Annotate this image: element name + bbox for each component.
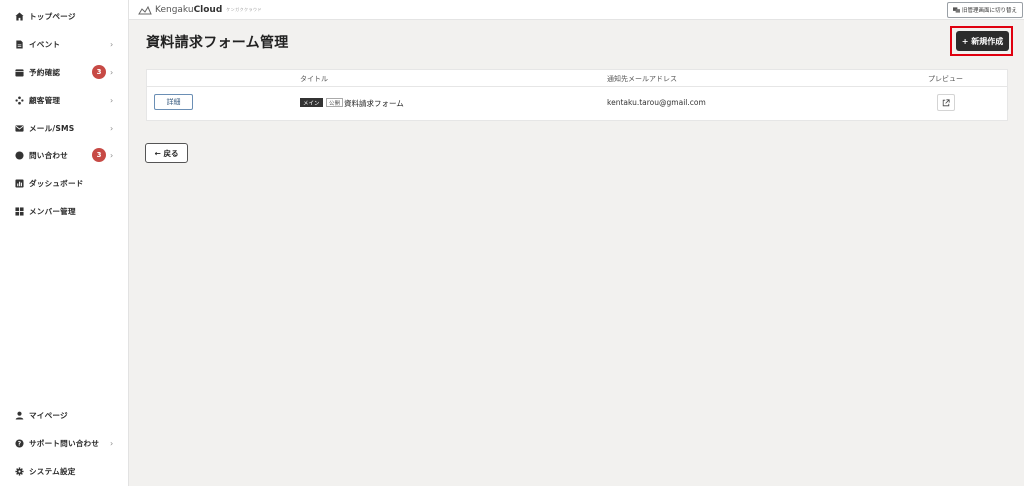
header-divider bbox=[147, 86, 1007, 87]
logo-text-light: Kengaku bbox=[155, 5, 194, 15]
logo-subtext: ケンガククラウド bbox=[226, 7, 263, 12]
sidebar-item-my-page[interactable]: マイページ bbox=[0, 404, 128, 426]
chat-icon bbox=[15, 150, 24, 160]
gear-icon bbox=[15, 466, 24, 476]
sidebar-item-reservation[interactable]: 予約確認 3 › bbox=[0, 61, 128, 83]
home-icon bbox=[15, 11, 24, 21]
column-header-preview: プレビュー bbox=[928, 75, 963, 83]
sidebar-item-label: 顧客管理 bbox=[29, 95, 61, 105]
chevron-right-icon: › bbox=[110, 123, 114, 133]
notification-badge: 3 bbox=[92, 65, 106, 79]
sidebar-item-customers[interactable]: 顧客管理 › bbox=[0, 89, 128, 111]
sidebar-item-label: システム設定 bbox=[29, 466, 76, 476]
sidebar-item-label: 予約確認 bbox=[29, 67, 61, 77]
person-icon bbox=[15, 411, 24, 420]
kengaku-cloud-logo[interactable]: Kengaku Cloud ケンガククラウド bbox=[138, 4, 262, 16]
sidebar-item-support[interactable]: ? サポート問い合わせ › bbox=[0, 432, 128, 454]
chevron-right-icon: › bbox=[110, 95, 114, 105]
switch-icon bbox=[952, 7, 960, 13]
logo-text-bold: Cloud bbox=[193, 5, 223, 15]
external-link-icon bbox=[942, 98, 950, 106]
help-icon: ? bbox=[15, 438, 24, 448]
top-bar: Kengaku Cloud ケンガククラウド 旧管理画面に切り替え bbox=[129, 0, 1024, 20]
sidebar-item-system-settings[interactable]: システム設定 bbox=[0, 460, 128, 482]
switch-old-admin-button[interactable]: 旧管理画面に切り替え bbox=[947, 2, 1023, 18]
cloud-icon bbox=[138, 5, 152, 15]
public-tag: 公開 bbox=[326, 98, 344, 107]
sidebar-item-label: サポート問い合わせ bbox=[29, 438, 100, 448]
sidebar-item-event[interactable]: イベント › bbox=[0, 33, 128, 55]
switch-old-admin-label: 旧管理画面に切り替え bbox=[961, 8, 1017, 14]
sidebar-item-label: イベント bbox=[29, 39, 61, 49]
chevron-right-icon: › bbox=[110, 39, 114, 49]
page-title: 資料請求フォーム管理 bbox=[146, 35, 289, 51]
users-icon bbox=[15, 95, 24, 105]
column-header-title: タイトル bbox=[300, 75, 328, 83]
sidebar-item-label: 問い合わせ bbox=[29, 150, 68, 160]
forms-table: タイトル 通知先メールアドレス プレビュー 詳細 メイン 公開 資料請求フォーム… bbox=[146, 69, 1008, 121]
detail-button[interactable]: 詳細 bbox=[154, 94, 193, 110]
mail-icon bbox=[15, 124, 24, 133]
document-icon bbox=[15, 39, 24, 49]
notification-email: kentaku.tarou@gmail.com bbox=[607, 98, 706, 107]
sidebar-item-label: トップページ bbox=[29, 11, 76, 21]
sidebar-item-members[interactable]: メンバー管理 bbox=[0, 200, 128, 222]
preview-button[interactable] bbox=[937, 94, 955, 111]
new-create-button[interactable]: + 新規作成 bbox=[956, 31, 1009, 51]
chevron-right-icon: › bbox=[110, 150, 114, 160]
sidebar: トップページ イベント › 予約確認 3 › 顧客管理 › メール/SMS › … bbox=[0, 0, 129, 486]
sidebar-item-label: メール/SMS bbox=[29, 123, 75, 133]
calendar-icon bbox=[15, 68, 24, 77]
form-title: 資料請求フォーム bbox=[344, 99, 404, 108]
sidebar-item-dashboard[interactable]: ダッシュボード bbox=[0, 172, 128, 194]
sidebar-item-label: ダッシュボード bbox=[29, 178, 84, 188]
chevron-right-icon: › bbox=[110, 67, 114, 77]
notification-badge: 3 bbox=[92, 148, 106, 162]
grid-icon bbox=[15, 206, 24, 216]
sidebar-item-label: メンバー管理 bbox=[29, 206, 76, 216]
sidebar-item-top-page[interactable]: トップページ bbox=[0, 5, 128, 27]
back-button[interactable]: ← 戻る bbox=[145, 143, 188, 163]
sidebar-item-mail-sms[interactable]: メール/SMS › bbox=[0, 117, 128, 139]
main-tag: メイン bbox=[300, 98, 323, 107]
chart-icon bbox=[15, 178, 24, 188]
column-header-email: 通知先メールアドレス bbox=[607, 75, 677, 83]
sidebar-item-inquiries[interactable]: 問い合わせ 3 › bbox=[0, 144, 128, 166]
sidebar-item-label: マイページ bbox=[29, 410, 68, 420]
chevron-right-icon: › bbox=[110, 438, 114, 448]
